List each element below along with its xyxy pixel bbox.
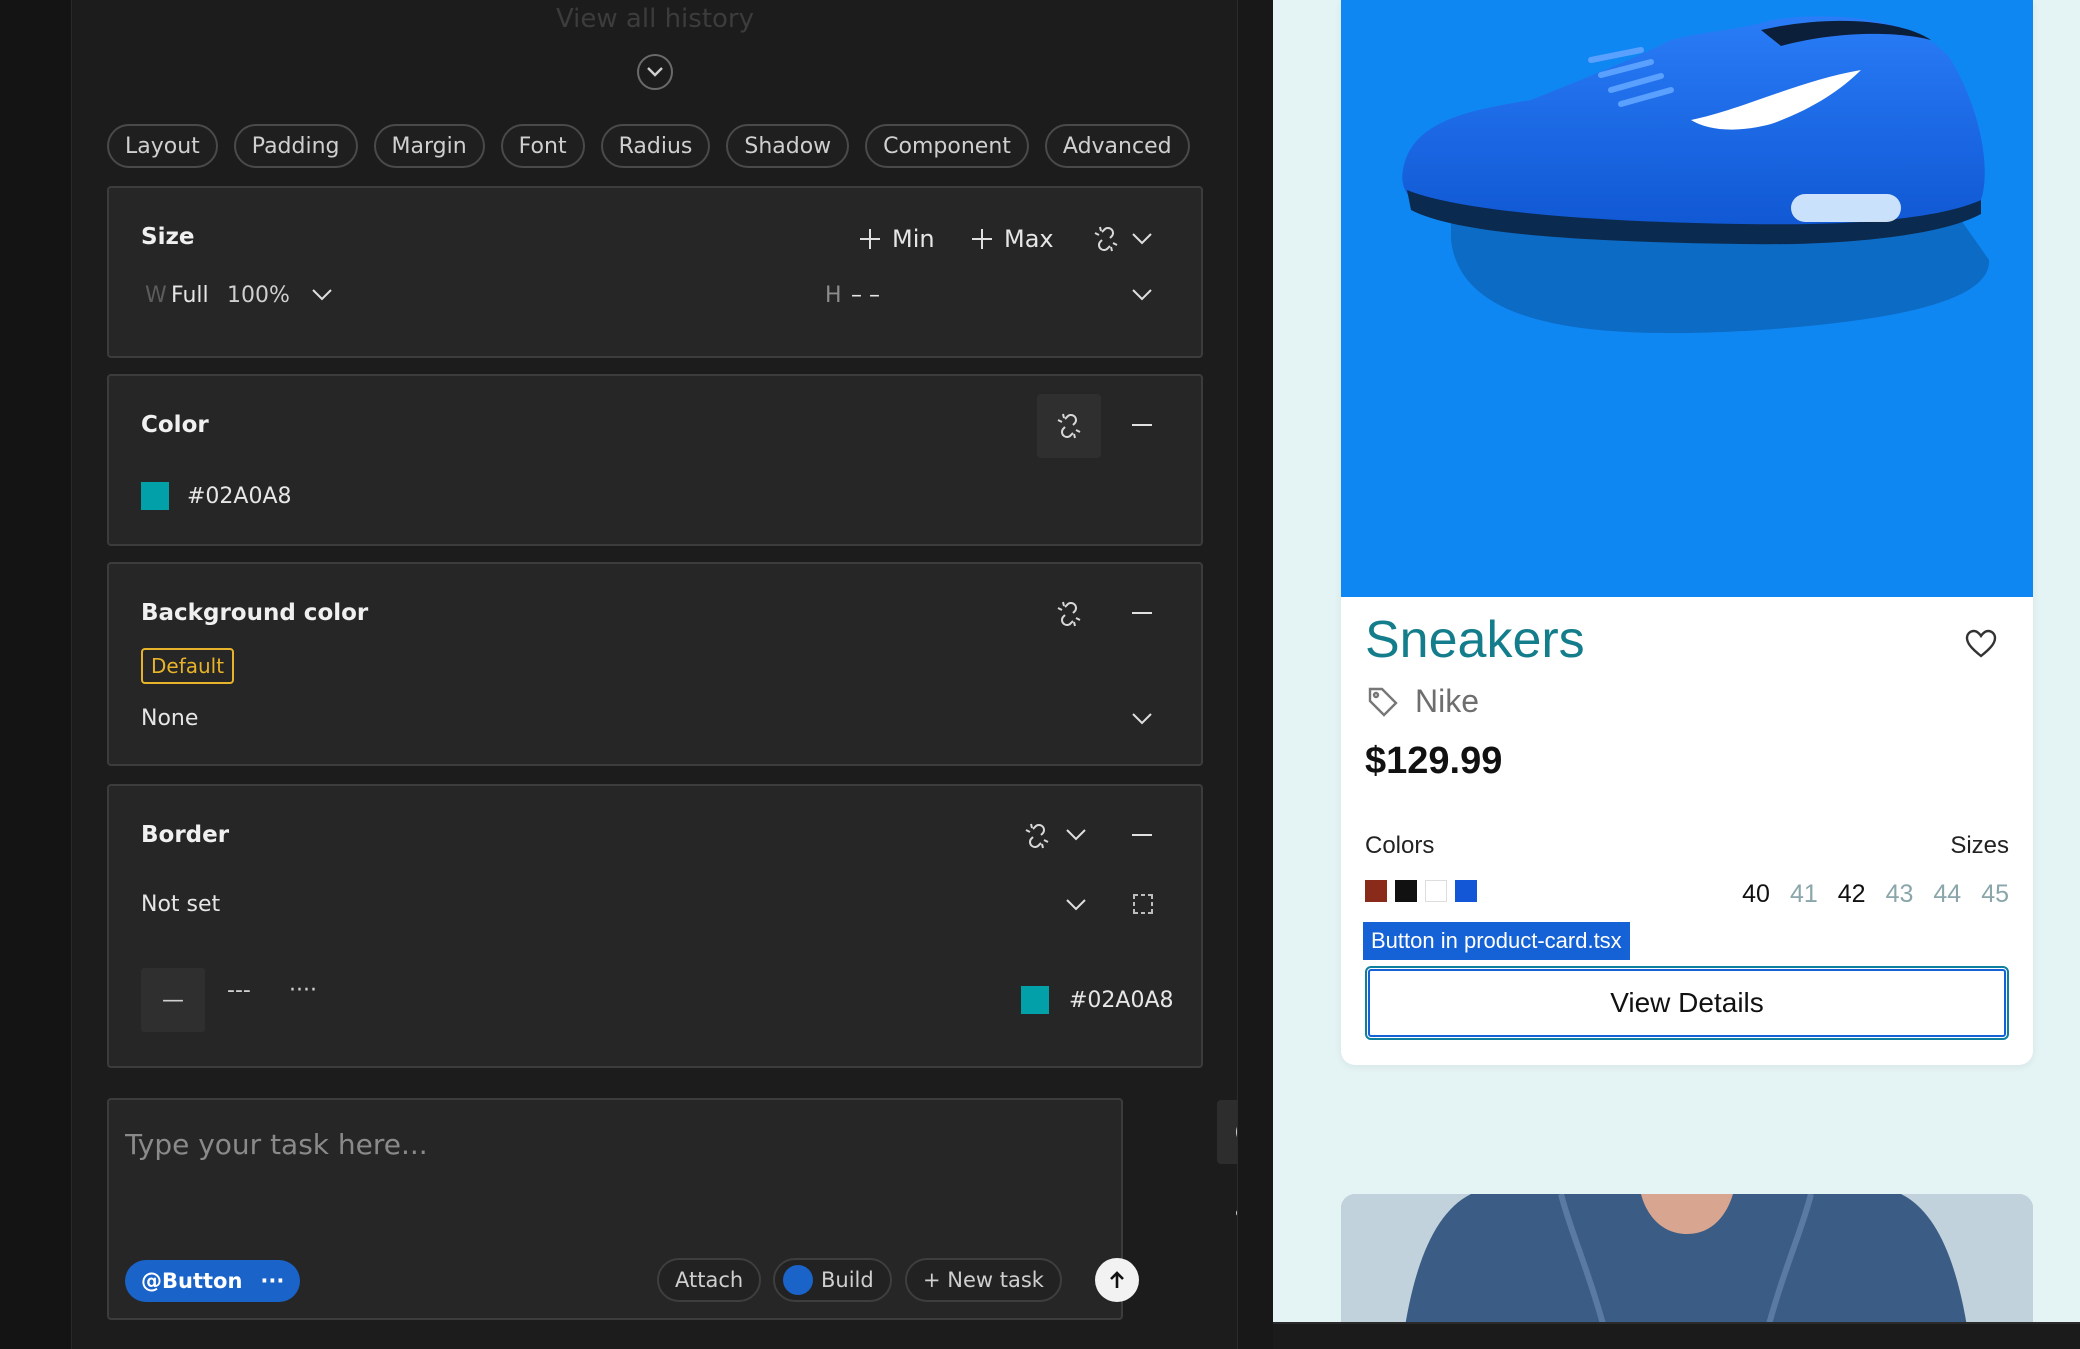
size-title: Size <box>141 224 195 250</box>
chevron-down-icon[interactable] <box>637 54 673 90</box>
style-category-tabs: Layout Padding Margin Font Radius Shadow… <box>107 124 1190 168</box>
color-option[interactable] <box>1425 880 1447 902</box>
chevron-down-icon[interactable] <box>309 282 335 308</box>
size-options: 40 41 42 43 44 45 <box>1742 880 2009 909</box>
tab-component[interactable]: Component <box>865 124 1029 168</box>
unlink-icon[interactable] <box>1017 816 1057 856</box>
task-composer: @Button ··· Attach Build + New task <box>107 1098 1139 1320</box>
color-option[interactable] <box>1455 880 1477 902</box>
min-size-button[interactable]: Min <box>892 225 935 253</box>
border-color-swatch[interactable] <box>1021 986 1049 1014</box>
border-style-solid[interactable]: — <box>141 968 205 1032</box>
size-option[interactable]: 43 <box>1886 880 1914 909</box>
tab-font[interactable]: Font <box>500 124 585 168</box>
product-image <box>1341 0 2033 597</box>
size-option[interactable]: 45 <box>1981 880 2009 909</box>
selection-badge: Button in product-card.tsx <box>1363 922 1630 960</box>
border-sides-icon[interactable] <box>1129 890 1157 918</box>
border-color-value[interactable]: #02A0A8 <box>1069 988 1174 1013</box>
background-color-title: Background color <box>141 600 369 626</box>
color-option[interactable] <box>1395 880 1417 902</box>
view-details-button[interactable]: View Details <box>1365 966 2009 1040</box>
left-gutter <box>0 0 72 1349</box>
product-brand: Nike <box>1415 683 1480 719</box>
tab-padding[interactable]: Padding <box>233 124 358 168</box>
background-color-section: Background color Default None <box>107 562 1203 766</box>
build-label: Build <box>821 1268 874 1292</box>
style-panel: View all history Layout Padding Margin F… <box>73 0 1281 1349</box>
tab-shadow[interactable]: Shadow <box>726 124 850 168</box>
status-strip <box>1273 1322 2080 1349</box>
tab-layout[interactable]: Layout <box>107 124 218 168</box>
default-badge: Default <box>141 648 235 684</box>
chevron-down-icon[interactable] <box>1129 282 1155 308</box>
send-button[interactable] <box>1095 1258 1139 1302</box>
sizes-label: Sizes <box>1950 832 2009 859</box>
product-card-next <box>1341 1194 2033 1322</box>
tab-advanced[interactable]: Advanced <box>1044 124 1190 168</box>
product-title: Sneakers <box>1365 611 1585 669</box>
color-option[interactable] <box>1365 880 1387 902</box>
chevron-down-icon[interactable] <box>1129 226 1155 252</box>
preview-canvas: Sneakers Nike $129.99 Colors Sizes 40 41 4… <box>1273 0 2080 1322</box>
tab-radius[interactable]: Radius <box>600 124 711 168</box>
new-task-button[interactable]: + New task <box>905 1258 1062 1302</box>
attach-button[interactable]: Attach <box>657 1258 762 1302</box>
size-option[interactable]: 41 <box>1790 880 1818 909</box>
product-price: $129.99 <box>1365 740 1503 782</box>
size-option[interactable]: 44 <box>1933 880 1961 909</box>
unlink-icon[interactable] <box>1089 222 1123 256</box>
border-style-dashed[interactable]: --- <box>227 978 251 1003</box>
background-color-value[interactable]: None <box>141 706 198 731</box>
unlink-icon[interactable] <box>1037 394 1101 458</box>
colors-label: Colors <box>1365 832 1435 859</box>
tag-icon <box>1365 684 1401 720</box>
task-input[interactable] <box>125 1114 1025 1174</box>
size-option[interactable]: 40 <box>1742 880 1770 909</box>
plus-icon[interactable] <box>967 224 997 254</box>
plus-icon[interactable] <box>855 224 885 254</box>
product-card: Sneakers Nike $129.99 Colors Sizes 40 41 4… <box>1341 0 2033 1065</box>
chevron-down-icon[interactable] <box>1063 822 1089 848</box>
jeans-image <box>1341 1194 2033 1322</box>
color-section: Color #02A0A8 <box>107 374 1203 546</box>
build-button[interactable]: Build <box>773 1258 892 1302</box>
height-value[interactable]: – – <box>851 283 880 308</box>
size-section: Size Min Max W Full 100% H – – <box>107 186 1203 358</box>
minus-icon[interactable] <box>1129 822 1155 848</box>
size-option[interactable]: 42 <box>1838 880 1866 909</box>
width-prefix: W <box>145 283 167 308</box>
minus-icon[interactable] <box>1129 412 1155 438</box>
arrow-up-icon <box>1110 1271 1124 1288</box>
color-title: Color <box>141 412 209 438</box>
height-prefix: H <box>825 283 842 308</box>
build-mode-dot-icon <box>783 1265 813 1295</box>
color-value[interactable]: #02A0A8 <box>187 484 292 509</box>
panel-divider[interactable] <box>1237 0 1273 1349</box>
tab-margin[interactable]: Margin <box>373 124 485 168</box>
max-size-button[interactable]: Max <box>1004 225 1054 253</box>
width-value[interactable]: 100% <box>227 283 290 308</box>
chevron-down-icon[interactable] <box>1129 706 1155 732</box>
heart-icon[interactable] <box>1961 624 2001 664</box>
border-value[interactable]: Not set <box>141 892 220 917</box>
border-style-dotted[interactable]: ···· <box>289 978 317 1003</box>
mention-label: @Button <box>141 1269 243 1293</box>
sneaker-illustration <box>1402 16 1990 334</box>
more-icon[interactable]: ··· <box>260 1269 284 1293</box>
view-history-link[interactable]: View all history <box>73 4 1237 34</box>
chevron-down-icon[interactable] <box>1063 892 1089 918</box>
width-mode[interactable]: Full <box>171 283 209 308</box>
color-swatch[interactable] <box>141 482 169 510</box>
border-title: Border <box>141 822 230 848</box>
minus-icon[interactable] <box>1129 600 1155 626</box>
border-section: Border Not set — --- ···· #02A0A8 <box>107 784 1203 1068</box>
unlink-icon[interactable] <box>1049 594 1089 634</box>
mention-chip[interactable]: @Button ··· <box>125 1260 301 1302</box>
